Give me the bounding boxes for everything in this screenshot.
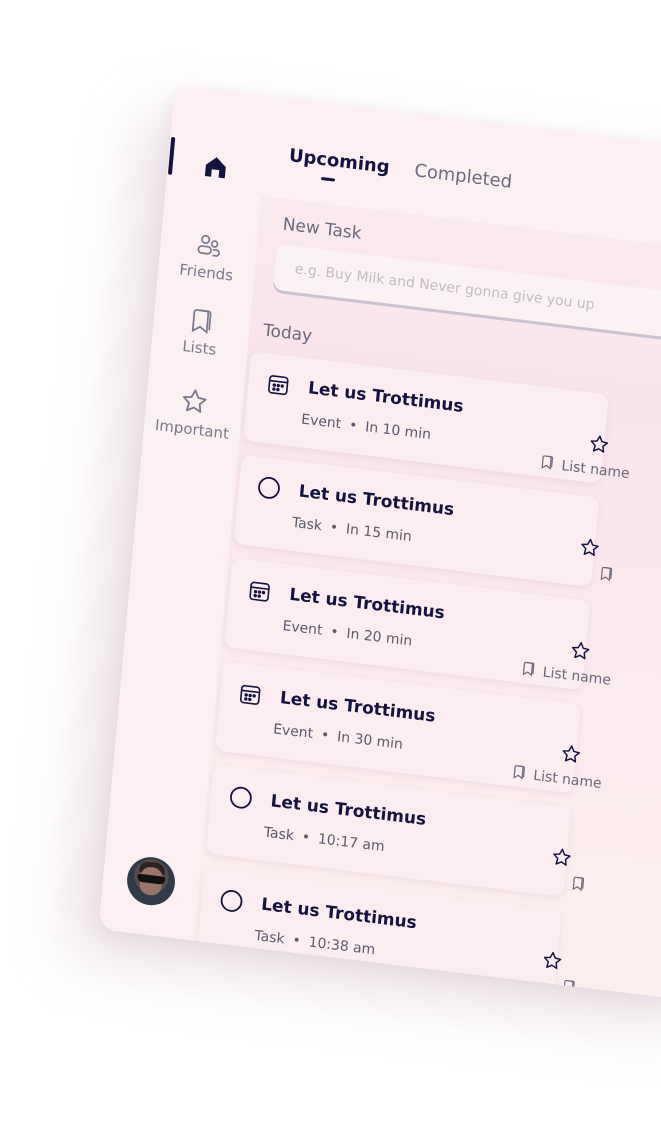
task-type: Task: [263, 824, 295, 845]
task-list-tag[interactable]: List name: [511, 762, 603, 792]
task-time: 10:38 am: [307, 934, 376, 959]
task-time: In 10 min: [364, 419, 432, 444]
task-title: Let us Trottimus: [279, 688, 437, 727]
star-icon[interactable]: [540, 949, 564, 973]
task-list-tag[interactable]: [570, 874, 594, 896]
task-type: Task: [253, 927, 286, 948]
circle-checkbox-icon[interactable]: [219, 888, 245, 915]
star-icon: [182, 389, 207, 413]
circle-checkbox-icon[interactable]: [228, 784, 254, 811]
task-list-tag[interactable]: List name: [520, 659, 612, 689]
task-title: Let us Trottimus: [269, 791, 427, 830]
star-icon[interactable]: [587, 432, 611, 456]
task-list-name: List name: [532, 767, 603, 792]
new-task-label: New Task: [281, 214, 363, 244]
task-type: Event: [272, 721, 314, 743]
sidebar-item-label: Friends: [178, 260, 234, 285]
new-task-input[interactable]: [272, 243, 661, 340]
meta-separator: •: [329, 623, 340, 641]
task-time: In 30 min: [336, 729, 404, 753]
sidebar-item-label: Lists: [181, 336, 218, 359]
star-icon[interactable]: [569, 639, 593, 663]
task-meta: Task • In 15 min: [291, 515, 412, 545]
bookmark-icon: [598, 566, 621, 586]
task-type: Event: [300, 411, 342, 433]
task-list-tag[interactable]: List name: [539, 452, 631, 482]
section-heading-today: Today: [262, 320, 313, 347]
meta-separator: •: [329, 519, 339, 537]
home-icon: [204, 157, 226, 179]
task-time: In 20 min: [345, 625, 413, 650]
sidebar-item-important[interactable]: Important: [144, 381, 244, 444]
task-title: Let us Trottimus: [307, 378, 465, 417]
task-time: In 15 min: [345, 521, 413, 546]
bookmark-icon: [570, 876, 593, 896]
task-title: Let us Trottimus: [260, 894, 418, 934]
app-window: Friends Lists Important Upcoming Complet…: [98, 85, 661, 1004]
sidebar-item-home[interactable]: [166, 147, 264, 192]
task-type: Task: [291, 514, 323, 535]
star-icon[interactable]: [578, 535, 602, 559]
bookmark-icon: [520, 661, 543, 681]
task-list-tag[interactable]: [560, 977, 584, 999]
friends-icon: [197, 234, 220, 257]
task-type: Event: [281, 618, 324, 639]
meta-separator: •: [301, 829, 311, 847]
task-meta: Task • 10:17 am: [263, 825, 385, 855]
calendar-icon: [237, 681, 263, 708]
task-meta: Event • In 20 min: [282, 618, 413, 650]
bookmark-icon: [539, 455, 562, 474]
bookmark-icon: [511, 765, 534, 784]
calendar-icon: [265, 371, 291, 398]
task-title: Let us Trottimus: [288, 584, 446, 624]
task-time: 10:17 am: [317, 831, 386, 856]
meta-separator: •: [348, 417, 358, 435]
sidebar-item-friends[interactable]: Friends: [158, 226, 258, 287]
main-content: Upcoming Completed New Task Today Let us…: [193, 96, 661, 1004]
scene: Friends Lists Important Upcoming Complet…: [0, 0, 661, 1122]
task-meta: Event • In 30 min: [272, 721, 403, 753]
task-list: Let us Trottimus Event • In 10 min List name…: [195, 351, 661, 1003]
task-title: Let us Trottimus: [297, 481, 455, 521]
meta-separator: •: [291, 932, 302, 950]
bookmark-icon: [191, 309, 212, 334]
task-list-name: List name: [542, 664, 612, 689]
sidebar-item-label: Important: [154, 415, 230, 443]
sidebar-item-lists[interactable]: Lists: [151, 301, 251, 362]
star-icon[interactable]: [559, 742, 583, 766]
task-meta: Task • 10:38 am: [254, 928, 376, 958]
calendar-icon: [247, 578, 273, 605]
task-list-name: List name: [560, 458, 631, 483]
star-icon[interactable]: [550, 845, 574, 869]
bookmark-icon: [560, 979, 583, 999]
task-meta: Event • In 10 min: [301, 412, 432, 444]
circle-checkbox-icon[interactable]: [256, 475, 282, 502]
meta-separator: •: [320, 727, 330, 745]
avatar[interactable]: [125, 854, 178, 908]
task-list-tag[interactable]: [598, 564, 622, 586]
